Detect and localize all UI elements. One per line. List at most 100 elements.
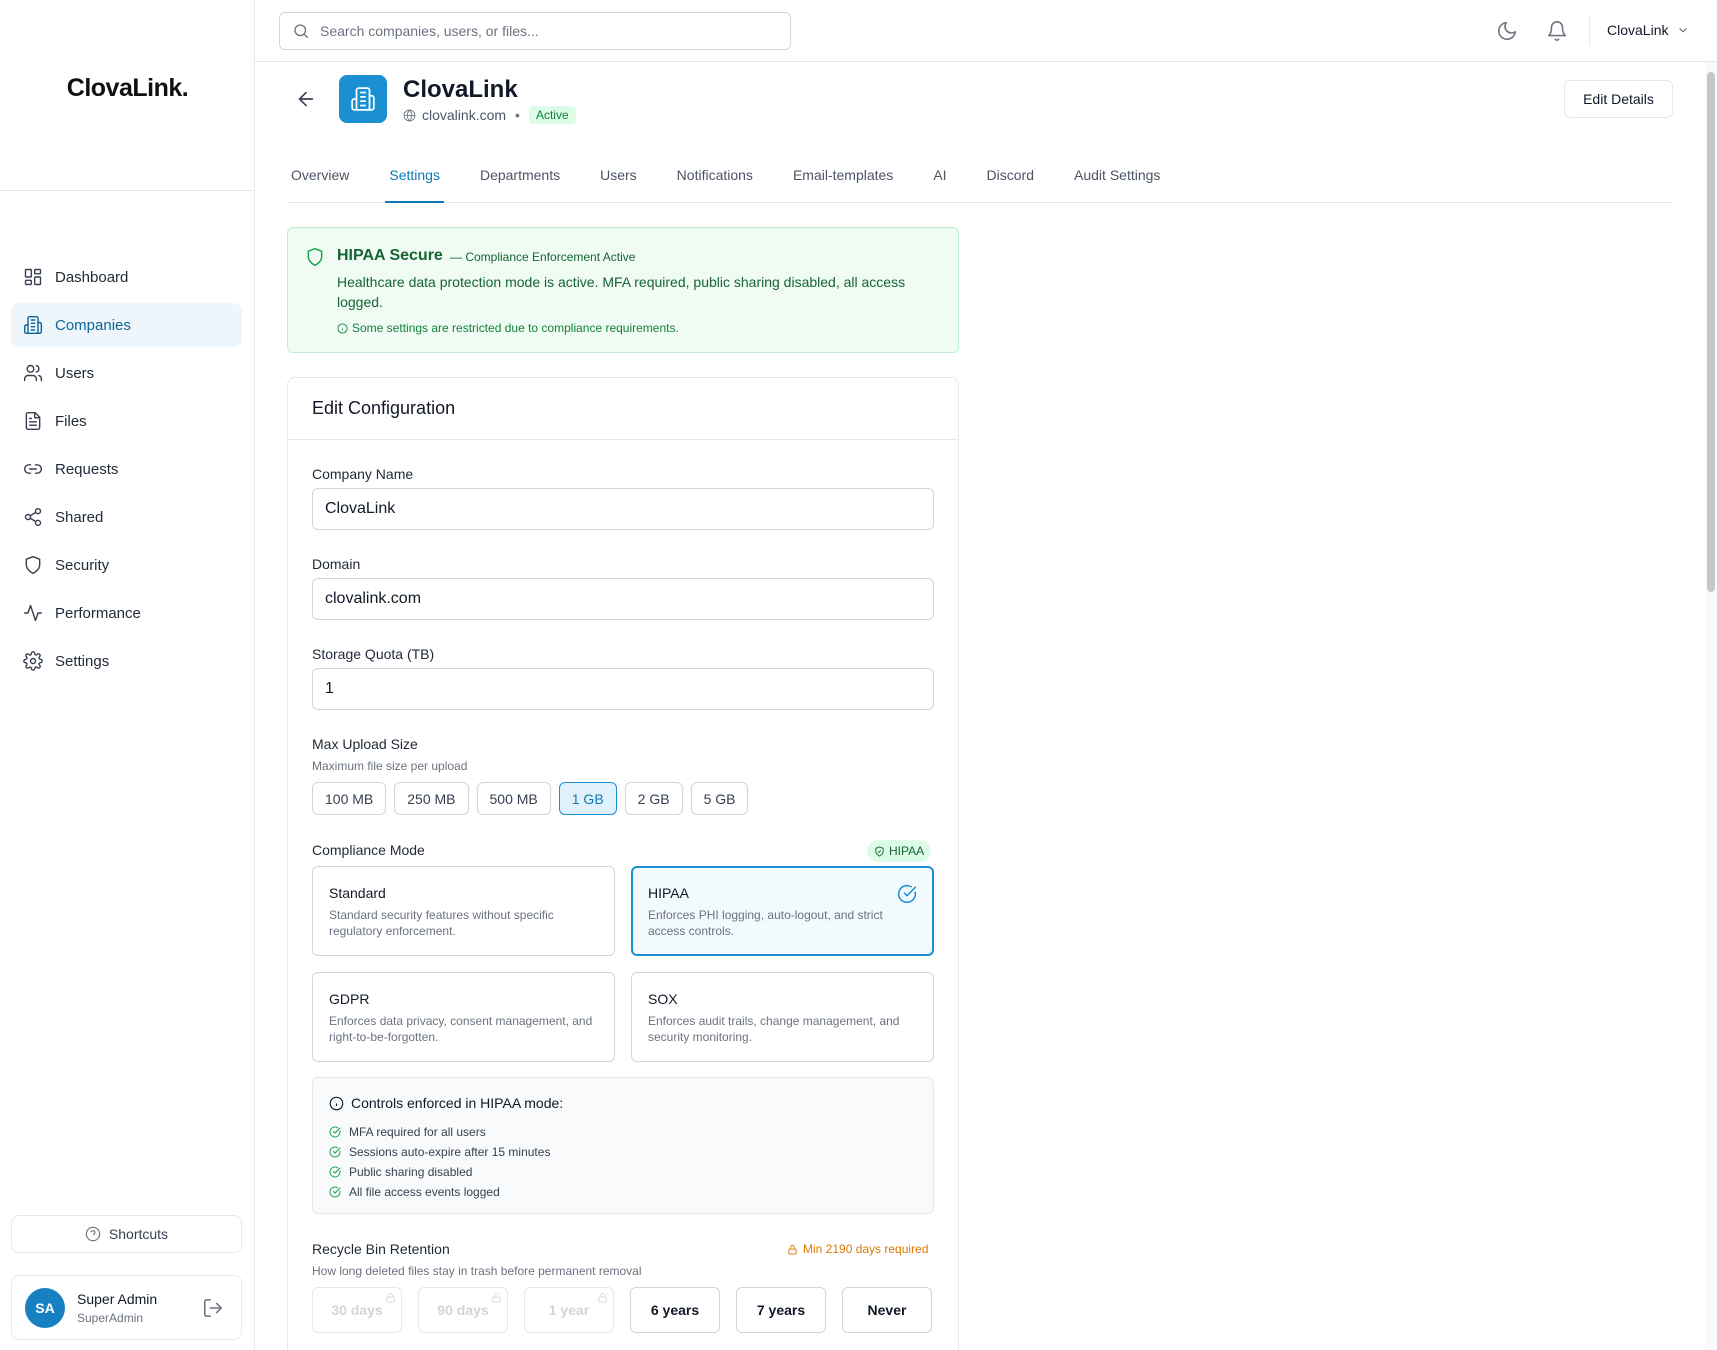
dashboard-icon [24, 268, 42, 286]
separator-dot: • [515, 107, 520, 123]
retention-option: 1 year [524, 1287, 614, 1333]
company-switcher[interactable]: ClovaLink [1607, 22, 1690, 38]
sidebar: ClovaLink. Dashboard Companies Users Fil… [0, 0, 255, 1350]
company-logo [339, 75, 387, 123]
lock-icon [788, 1244, 797, 1255]
retention-option[interactable]: 6 years [630, 1287, 720, 1333]
app-logo[interactable]: ClovaLink. [0, 74, 255, 103]
tab-settings[interactable]: Settings [385, 155, 444, 203]
banner-title: HIPAA Secure [337, 247, 443, 264]
control-text: All file access events logged [349, 1185, 500, 1199]
topbar-divider [1589, 16, 1590, 46]
upload-size-option[interactable]: 2 GB [624, 782, 683, 815]
tab-notifications[interactable]: Notifications [673, 155, 757, 203]
sidebar-item-shared[interactable]: Shared [11, 495, 242, 539]
compliance-mode-gdpr[interactable]: GDPR Enforces data privacy, consent mana… [312, 972, 615, 1062]
lock-icon [598, 1292, 607, 1303]
max-upload-label: Max Upload Size [312, 736, 418, 752]
sidebar-item-security[interactable]: Security [11, 543, 242, 587]
upload-size-options: 100 MB 250 MB 500 MB 1 GB 2 GB 5 GB [312, 782, 756, 815]
compliance-badge: HIPAA [867, 840, 932, 862]
tab-discord[interactable]: Discord [983, 155, 1038, 203]
mode-title: Standard [329, 885, 386, 901]
controls-title: Controls enforced in HIPAA mode: [329, 1095, 563, 1111]
compliance-mode-hipaa[interactable]: HIPAA Enforces PHI logging, auto-logout,… [631, 866, 934, 956]
tab-users[interactable]: Users [596, 155, 641, 203]
sidebar-item-users[interactable]: Users [11, 351, 242, 395]
hipaa-banner: HIPAA Secure — Compliance Enforcement Ac… [287, 227, 959, 353]
sidebar-item-dashboard[interactable]: Dashboard [11, 255, 242, 299]
check-circle-icon [329, 1126, 341, 1138]
globe-icon [403, 108, 416, 122]
control-text: MFA required for all users [349, 1125, 486, 1139]
controls-title-text: Controls enforced in HIPAA mode: [351, 1095, 564, 1111]
sidebar-divider [0, 190, 255, 191]
moon-icon[interactable] [1496, 20, 1518, 42]
retention-requirement: Min 2190 days required [787, 1242, 928, 1256]
sidebar-item-label: Shared [55, 508, 104, 526]
status-badge: Active [528, 106, 576, 124]
lock-icon [492, 1292, 501, 1303]
users-icon [23, 364, 43, 382]
company-name-field[interactable]: ClovaLink [312, 488, 934, 530]
sidebar-item-files[interactable]: Files [11, 399, 242, 443]
sidebar-item-requests[interactable]: Requests [11, 447, 242, 491]
tab-departments[interactable]: Departments [476, 155, 564, 203]
mode-description: Enforces PHI logging, auto-logout, and s… [648, 908, 883, 938]
sidebar-item-companies[interactable]: Companies [11, 303, 242, 347]
retention-option-label: 6 years [650, 1302, 700, 1318]
check-circle-icon [897, 884, 917, 904]
search-icon [294, 24, 309, 39]
shield-check-icon [875, 845, 884, 857]
back-arrow-icon[interactable] [295, 88, 317, 110]
tab-email-templates[interactable]: Email-templates [789, 155, 897, 203]
storage-quota-label: Storage Quota (TB) [312, 646, 435, 662]
retention-option[interactable]: Never [842, 1287, 932, 1333]
enforced-controls-box: Controls enforced in HIPAA mode: MFA req… [312, 1077, 934, 1214]
domain-field[interactable]: clovalink.com [312, 578, 934, 620]
recycle-bin-label: Recycle Bin Retention [312, 1241, 450, 1257]
retention-options: 30 days 90 days 1 year 6 years 7 years N… [312, 1287, 948, 1333]
tab-overview[interactable]: Overview [287, 155, 353, 203]
sidebar-item-label: Users [55, 364, 95, 382]
upload-size-option[interactable]: 250 MB [394, 782, 469, 815]
storage-quota-field[interactable]: 1 [312, 668, 934, 710]
retention-option[interactable]: 7 years [736, 1287, 826, 1333]
compliance-mode-label: Compliance Mode [312, 842, 425, 858]
check-circle-icon [329, 1186, 341, 1198]
list-item: Sessions auto-expire after 15 minutes [329, 1142, 550, 1162]
upload-size-option[interactable]: 1 GB [558, 782, 617, 815]
upload-size-option[interactable]: 5 GB [690, 782, 749, 815]
upload-size-option[interactable]: 500 MB [476, 782, 551, 815]
sidebar-item-label: Companies [55, 316, 131, 334]
shortcuts-button[interactable]: Shortcuts [11, 1215, 242, 1253]
sidebar-item-label: Files [55, 412, 87, 430]
scrollbar-thumb[interactable] [1707, 72, 1715, 592]
mode-title: SOX [648, 991, 678, 1007]
sidebar-item-performance[interactable]: Performance [11, 591, 242, 635]
page-title: ClovaLink [403, 76, 518, 103]
tab-ai[interactable]: AI [929, 155, 950, 203]
tab-audit-settings[interactable]: Audit Settings [1070, 155, 1164, 203]
compliance-mode-standard[interactable]: Standard Standard security features with… [312, 866, 615, 956]
retention-option-label: 30 days [331, 1302, 383, 1318]
card-title: Edit Configuration [312, 398, 456, 418]
edit-details-button[interactable]: Edit Details [1564, 80, 1673, 118]
banner-note-text: Some settings are restricted due to comp… [352, 321, 679, 335]
user-card: SA Super Admin SuperAdmin [11, 1275, 242, 1340]
search-input[interactable]: Search companies, users, or files... [279, 12, 791, 50]
mode-title: HIPAA [648, 885, 689, 901]
upload-size-option[interactable]: 100 MB [312, 782, 387, 815]
sidebar-item-settings[interactable]: Settings [11, 639, 242, 683]
avatar[interactable]: SA [25, 1288, 65, 1328]
sidebar-item-label: Security [55, 556, 110, 574]
building-icon [351, 87, 375, 111]
chevron-down-icon [1679, 27, 1688, 33]
bell-icon[interactable] [1546, 20, 1568, 42]
check-circle-icon [329, 1166, 341, 1178]
company-name-label: Company Name [312, 466, 414, 482]
retention-option-label: 90 days [437, 1302, 489, 1318]
logout-icon[interactable] [202, 1297, 224, 1319]
retention-option-label: 7 years [756, 1302, 806, 1318]
compliance-mode-sox[interactable]: SOX Enforces audit trails, change manage… [631, 972, 934, 1062]
